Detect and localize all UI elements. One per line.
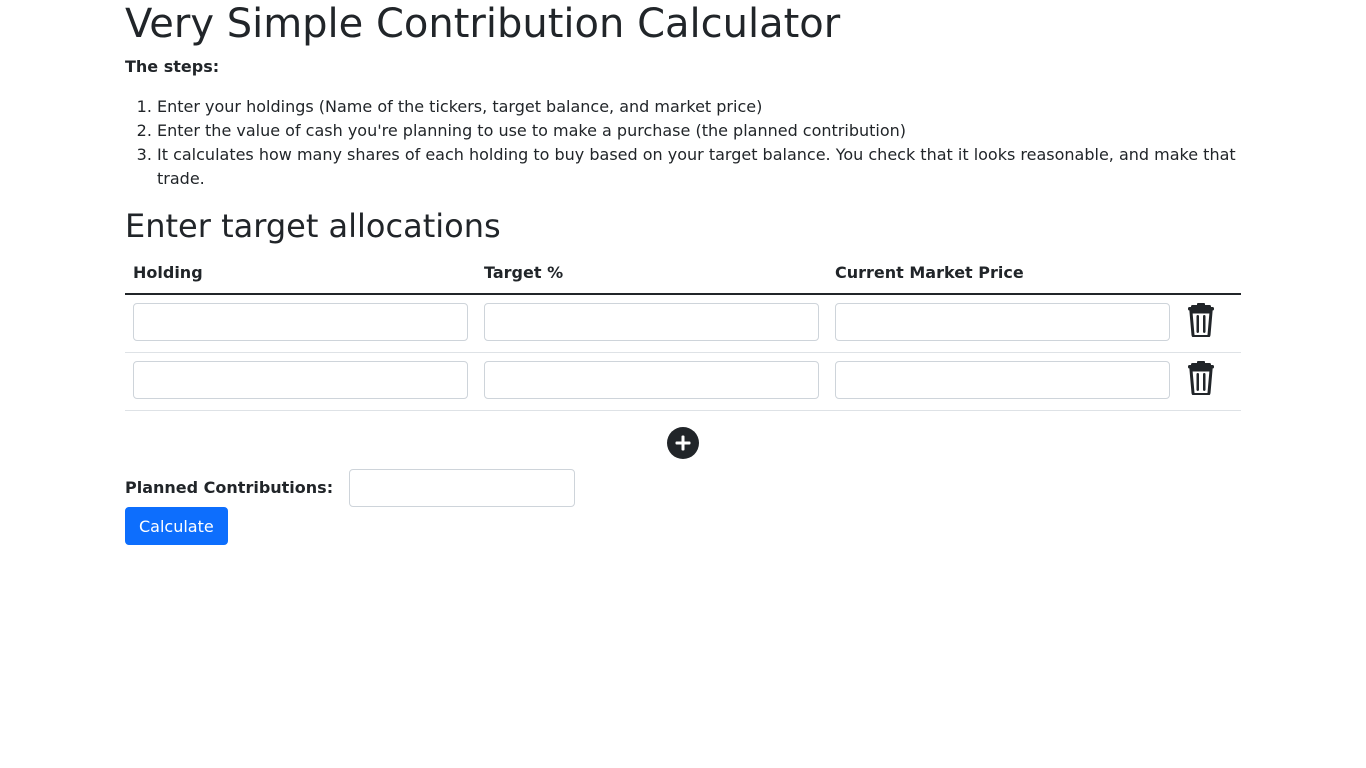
steps-label: The steps: [125,57,220,76]
page-title: Very Simple Contribution Calculator [125,1,841,47]
market-price-input[interactable] [835,303,1170,341]
calculate-button[interactable]: Calculate [125,507,228,545]
column-header-holding: Holding [125,253,476,295]
step-item: Enter your holdings (Name of the tickers… [157,95,1241,119]
column-header-price: Current Market Price [827,253,1178,295]
plus-circle-icon[interactable] [667,427,699,459]
table-header-row: Holding Target % Current Market Price [125,253,1241,295]
allocations-heading: Enter target allocations [125,207,501,245]
contribution-input[interactable] [349,469,576,507]
add-row-container [125,427,1241,461]
contribution-row: Planned Contributions: [125,469,1241,507]
allocations-table: Holding Target % Current Market Price [125,253,1241,411]
main-container: Very Simple Contribution Calculator The … [125,0,1241,545]
column-header-actions [1178,253,1241,295]
target-percent-input[interactable] [484,361,819,399]
target-percent-input[interactable] [484,303,819,341]
steps-list: Enter your holdings (Name of the tickers… [125,95,1241,191]
holding-input[interactable] [133,361,468,399]
contribution-label: Planned Contributions: [125,478,334,497]
table-row [125,294,1241,353]
holding-input[interactable] [133,303,468,341]
step-item: Enter the value of cash you're planning … [157,119,1241,143]
trash-icon[interactable] [1186,303,1216,338]
market-price-input[interactable] [835,361,1170,399]
trash-icon[interactable] [1186,361,1216,396]
step-item: It calculates how many shares of each ho… [157,143,1241,191]
column-header-target: Target % [476,253,827,295]
table-row [125,352,1241,411]
